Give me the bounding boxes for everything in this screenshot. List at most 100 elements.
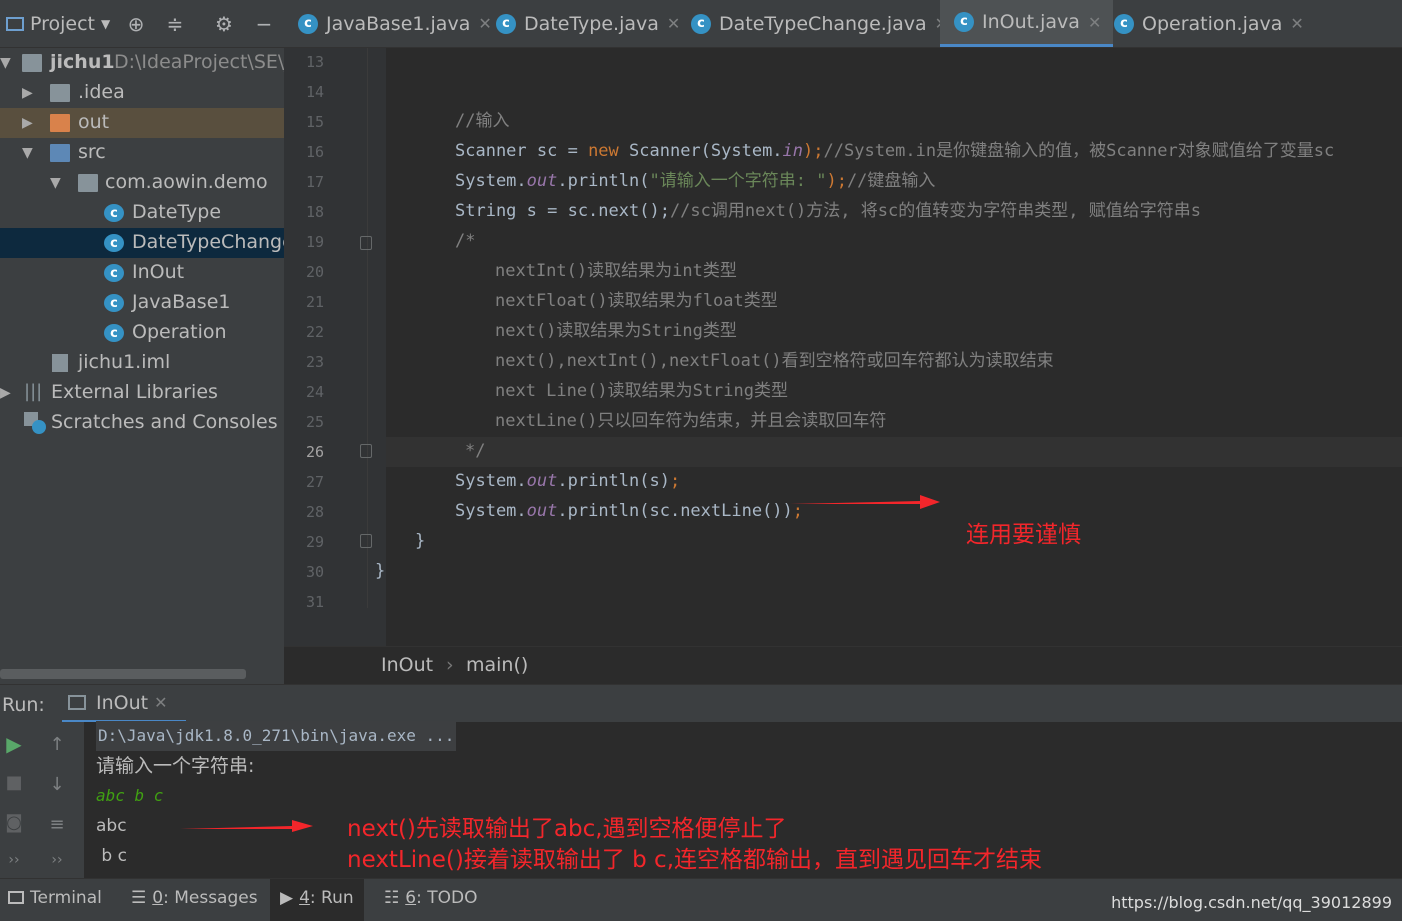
tree-item-inout[interactable]: c InOut [0, 258, 284, 288]
collapse-all-icon[interactable]: ≑ [163, 12, 187, 36]
project-view-selector[interactable]: Project ▼ [6, 13, 110, 35]
tab-inout[interactable]: c InOut.java ✕ [940, 0, 1114, 47]
code-line-27: System.out.println(s); [455, 466, 680, 496]
tree-item-label: .idea [78, 81, 125, 103]
tree-item-src[interactable]: ▼ src [0, 138, 284, 168]
tree-item-label: DateTypeChange [132, 231, 284, 253]
tree-item-package[interactable]: ▼ com.aowin.demo [0, 168, 284, 198]
tab-javabase1[interactable]: c JavaBase1.java ✕ [298, 0, 492, 47]
breadcrumb-class[interactable]: InOut [381, 654, 433, 676]
locate-icon[interactable]: ⊕ [124, 12, 148, 36]
fold-marker-icon[interactable] [360, 444, 372, 458]
tree-item-label: Operation [132, 321, 227, 343]
code-line-22: next()读取结果为String类型 [495, 321, 737, 341]
run-tab-label: InOut [96, 691, 149, 714]
collapsed-arrow-icon[interactable]: ▶ [22, 85, 33, 101]
messages-button[interactable]: ☰ 0: Messages [131, 888, 258, 908]
close-icon[interactable]: ✕ [1290, 14, 1303, 33]
class-icon: c [104, 264, 124, 282]
code-line-18: String s = sc.next();//sc调用next()方法, 将sc… [455, 196, 1201, 226]
tree-item-scratches[interactable]: Scratches and Consoles [0, 408, 284, 438]
bottom-toolbar: Terminal ☰ 0: Messages ▶ 4: Run ☷ 6: TODO h… [0, 878, 1402, 921]
run-tab-inout[interactable]: InOut ✕ [62, 685, 186, 723]
close-icon[interactable]: ✕ [154, 693, 167, 712]
class-icon: c [691, 13, 711, 34]
todo-number: 6 [405, 888, 417, 908]
project-window-icon [6, 16, 24, 31]
code-text: ); [826, 171, 847, 191]
line-number: 15 [305, 113, 324, 131]
tab-datetype[interactable]: c DateType.java ✕ [496, 0, 680, 47]
tab-operation[interactable]: c Operation.java ✕ [1114, 0, 1304, 47]
tab-label: DateTypeChange.java [719, 12, 927, 35]
fold-marker-icon[interactable] [360, 534, 372, 548]
code-text: String s = sc.next(); [455, 201, 670, 221]
class-icon: c [104, 294, 124, 312]
line-number: 29 [305, 533, 324, 551]
expanded-arrow-icon[interactable]: ▼ [50, 175, 61, 191]
run-toolbar: ▶ ↑ ■ ↓ ◙ ≡ ›› ›› [0, 722, 84, 878]
camera-icon[interactable]: ◙ [1, 812, 27, 833]
code-text: ); [803, 141, 824, 161]
code-line-16: Scanner sc = new Scanner(System.in);//Sy… [455, 136, 1334, 166]
line-number: 13 [305, 53, 324, 71]
todo-button[interactable]: ☷ 6: TODO [384, 888, 477, 908]
current-line-highlight [386, 437, 1402, 467]
tree-item-label: com.aowin.demo [105, 171, 268, 193]
stop-icon[interactable]: ■ [1, 772, 27, 793]
project-horizontal-scrollbar[interactable] [0, 669, 246, 679]
collapsed-arrow-icon[interactable]: ▶ [0, 385, 11, 401]
more-icon[interactable]: ›› [44, 852, 70, 868]
breadcrumb-method[interactable]: main() [466, 654, 528, 676]
code-comment: //输入 [455, 111, 510, 131]
line-number: 31 [305, 593, 324, 611]
tree-item-datetype[interactable]: c DateType [0, 198, 284, 228]
class-icon: c [298, 13, 318, 34]
tree-item-javabase1[interactable]: c JavaBase1 [0, 288, 284, 318]
close-icon[interactable]: ✕ [667, 14, 680, 33]
console-icon [68, 695, 86, 710]
tree-item-label: src [78, 141, 106, 163]
expanded-arrow-icon[interactable]: ▼ [0, 55, 11, 71]
down-arrow-icon[interactable]: ↓ [44, 774, 70, 795]
code-line-28: System.out.println(sc.nextLine()); [455, 496, 803, 526]
close-icon[interactable]: ✕ [1088, 13, 1101, 32]
run-number: 4 [299, 888, 310, 908]
close-icon[interactable]: ✕ [478, 14, 491, 33]
tab-label: InOut.java [982, 11, 1080, 33]
line-number: 25 [305, 413, 324, 431]
code-text: .println( [557, 171, 650, 191]
tree-item-datetypechange[interactable]: c DateTypeChange [0, 228, 284, 258]
line-number: 28 [305, 503, 324, 521]
code-line-19: /* [455, 231, 476, 251]
tree-item-label: DateType [132, 201, 222, 223]
collapsed-arrow-icon[interactable]: ▶ [22, 115, 33, 131]
tree-item-label: jichu1.iml [78, 351, 171, 373]
tree-item-out[interactable]: ▶ out [0, 108, 284, 138]
up-arrow-icon[interactable]: ↑ [44, 734, 70, 755]
fold-marker-icon[interactable] [360, 236, 372, 250]
terminal-button[interactable]: Terminal [8, 888, 102, 908]
line-number: 19 [305, 233, 324, 251]
line-number: 14 [305, 83, 324, 101]
tree-item-operation[interactable]: c Operation [0, 318, 284, 348]
tab-datetypechange[interactable]: c DateTypeChange.java ✕ [691, 0, 948, 47]
console-user-input: abc b c [96, 786, 164, 805]
run-button[interactable]: ▶ 4: Run [270, 879, 364, 921]
tree-item-external-libraries[interactable]: ▶ ||| External Libraries [0, 378, 284, 408]
tree-item-iml[interactable]: jichu1.iml [0, 348, 284, 378]
hide-icon[interactable]: − [252, 12, 276, 36]
tree-item-idea[interactable]: ▶ .idea [0, 78, 284, 108]
tree-item-jichu1[interactable]: ▼ jichu1 D:\IdeaProject\SE\ji [0, 48, 284, 78]
line-number: 18 [305, 203, 324, 221]
console-annotation: next()先读取输出了abc,遇到空格便停止了 [347, 816, 787, 842]
class-icon: c [104, 324, 124, 342]
expanded-arrow-icon[interactable]: ▼ [22, 145, 33, 161]
project-title: Project [30, 12, 96, 35]
soft-wrap-icon[interactable]: ≡ [44, 814, 70, 835]
tab-label: Operation.java [1142, 12, 1283, 35]
rerun-icon[interactable]: ▶ [1, 732, 27, 756]
more-icon[interactable]: ›› [1, 852, 27, 868]
class-icon: c [496, 13, 516, 34]
gear-icon[interactable]: ⚙ [212, 12, 236, 36]
